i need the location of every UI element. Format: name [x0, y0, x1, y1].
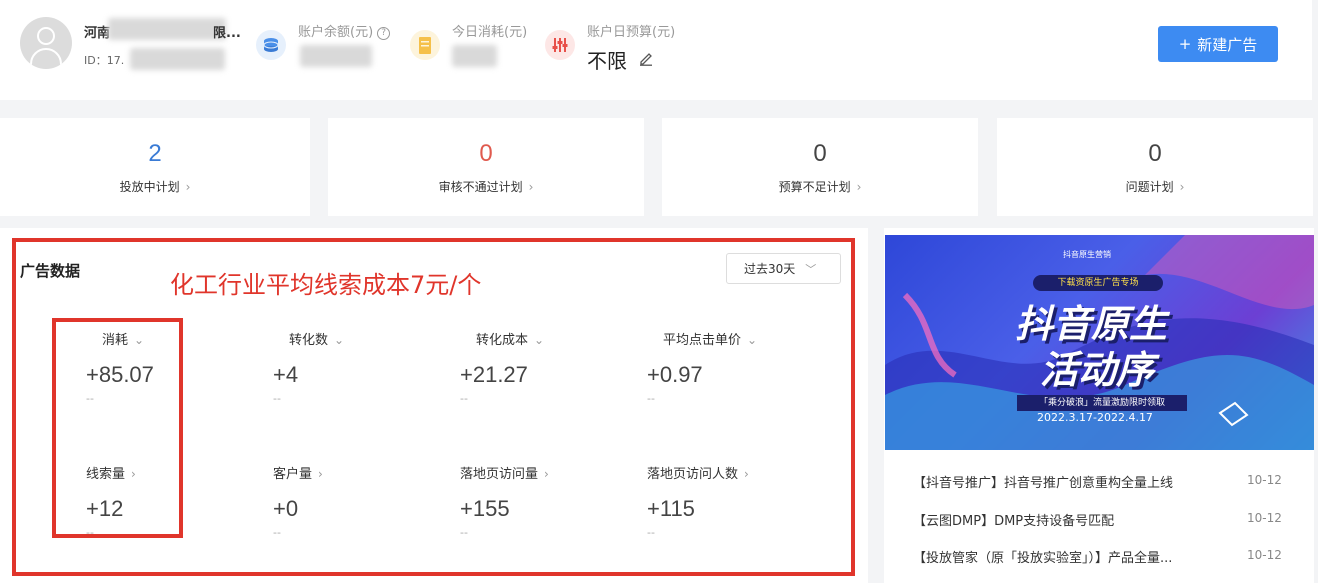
metric-value: +21.27	[460, 362, 528, 387]
metric-spend[interactable]: 消耗 ⌄ +85.07 --	[86, 329, 154, 405]
help-icon[interactable]: ?	[377, 27, 391, 40]
spend-today-label: 今日消耗(元)	[452, 25, 528, 40]
metric-compare: --	[460, 392, 468, 405]
metric-landing-visits[interactable]: 落地页访问量 › +155 --	[460, 463, 549, 539]
chevron-down-icon: ⌄	[334, 333, 345, 347]
chevron-right-icon: ›	[131, 467, 136, 481]
metric-leads[interactable]: 线索量 › +12 --	[86, 463, 136, 539]
news-date: 10-12	[1247, 548, 1282, 562]
metric-compare: --	[647, 526, 655, 539]
news-item[interactable]: 【抖音号推广】抖音号推广创意重构全量上线	[913, 472, 1173, 491]
metric-value: +0.97	[647, 362, 703, 387]
edit-pencil-icon[interactable]	[638, 50, 654, 66]
redacted-spend	[452, 45, 497, 67]
metric-conversion-cost[interactable]: 转化成本 ⌄ +21.27 --	[460, 329, 544, 405]
new-ad-button[interactable]: + 新建广告	[1158, 26, 1278, 62]
chevron-down-icon: ⌄	[134, 333, 145, 347]
stat-label: 问题计划	[1125, 180, 1174, 194]
balance-label: 账户余额(元)?	[298, 21, 391, 40]
chevron-right-icon: ›	[544, 467, 549, 481]
promo-banner[interactable]: 抖音原生营销 下载资原生广告专场 抖音原生 活动序 「乘分破浪」流量激励限时领取…	[885, 235, 1314, 450]
banner-headline-2: 活动序	[1040, 348, 1155, 392]
chevron-right-icon: ›	[528, 180, 534, 194]
chevron-right-icon: ›	[318, 467, 323, 481]
chevron-right-icon: ›	[1179, 180, 1185, 194]
panel-title: 广告数据	[20, 262, 81, 280]
budget-sliders-icon	[545, 30, 575, 60]
news-date: 10-12	[1247, 473, 1282, 487]
chevron-right-icon: ›	[185, 180, 191, 194]
stat-card-rejected[interactable]: 0 审核不通过计划 ›	[328, 118, 644, 216]
stat-value: 0	[813, 140, 827, 167]
date-range-select[interactable]: 过去30天 ﹀	[726, 253, 841, 284]
metric-compare: --	[460, 526, 468, 539]
redacted-name	[108, 18, 226, 40]
redacted-balance	[300, 45, 372, 67]
account-name-suffix: 限...	[213, 26, 241, 41]
banner-dates: 2022.3.17-2022.4.17	[1037, 411, 1153, 424]
chevron-down-icon: ⌄	[534, 333, 545, 347]
account-name: 河南	[84, 26, 111, 41]
metric-compare: --	[647, 392, 655, 405]
metric-conversions[interactable]: 转化数 ⌄ +4 --	[273, 329, 344, 405]
date-range-value: 过去30天	[744, 262, 796, 276]
metric-avg-cpc[interactable]: 平均点击单价 ⌄ +0.97 --	[647, 329, 757, 405]
banner-subline: 「乘分破浪」流量激励限时领取	[1017, 395, 1187, 411]
metric-value: +4	[273, 362, 299, 387]
stat-label: 审核不通过计划	[438, 180, 523, 194]
stat-card-active[interactable]: 2 投放中计划 ›	[0, 118, 310, 216]
account-id: ID：17.	[84, 54, 125, 67]
metric-compare: --	[273, 392, 281, 405]
plus-icon: +	[1178, 35, 1192, 53]
avatar[interactable]	[20, 17, 72, 69]
metric-compare: --	[86, 392, 94, 405]
chevron-down-icon: ⌄	[747, 333, 758, 347]
news-date: 10-12	[1247, 511, 1282, 525]
stat-card-problem[interactable]: 0 问题计划 ›	[997, 118, 1313, 216]
stat-label: 投放中计划	[119, 180, 180, 194]
daily-budget-label: 账户日预算(元)	[587, 25, 676, 40]
metric-value: +12	[86, 496, 124, 521]
metric-compare: --	[86, 526, 94, 539]
daily-budget-value: 不限	[587, 49, 627, 73]
balance-coins-icon	[256, 30, 286, 60]
banner-brand: 抖音原生营销	[1063, 250, 1111, 259]
metric-compare: --	[273, 526, 281, 539]
new-ad-label: 新建广告	[1197, 35, 1258, 54]
spend-receipt-icon	[410, 30, 440, 60]
stat-value: 0	[479, 140, 493, 167]
annotation-text: 化工行业平均线索成本7元/个	[170, 271, 482, 299]
stat-value: 0	[1148, 140, 1162, 167]
chevron-right-icon: ›	[856, 180, 862, 194]
stat-label: 预算不足计划	[778, 180, 851, 194]
chevron-down-icon: ﹀	[805, 262, 817, 276]
stat-card-budget-low[interactable]: 0 预算不足计划 ›	[662, 118, 978, 216]
metric-landing-visitors[interactable]: 落地页访问人数 › +115 --	[647, 463, 749, 539]
redacted-id	[130, 48, 225, 70]
metric-value: +85.07	[86, 362, 154, 387]
news-item[interactable]: 【云图DMP】DMP支持设备号匹配	[913, 510, 1114, 529]
metric-value: +0	[273, 496, 299, 521]
metric-value: +115	[647, 496, 695, 521]
news-item[interactable]: 【投放管家（原「投放实验室」）】产品全量...	[913, 547, 1172, 566]
metric-value: +155	[460, 496, 510, 521]
chevron-right-icon: ›	[744, 467, 749, 481]
metric-customers[interactable]: 客户量 › +0 --	[273, 463, 323, 539]
stat-value: 2	[148, 140, 162, 167]
banner-ribbon: 下载资原生广告专场	[1033, 275, 1163, 291]
